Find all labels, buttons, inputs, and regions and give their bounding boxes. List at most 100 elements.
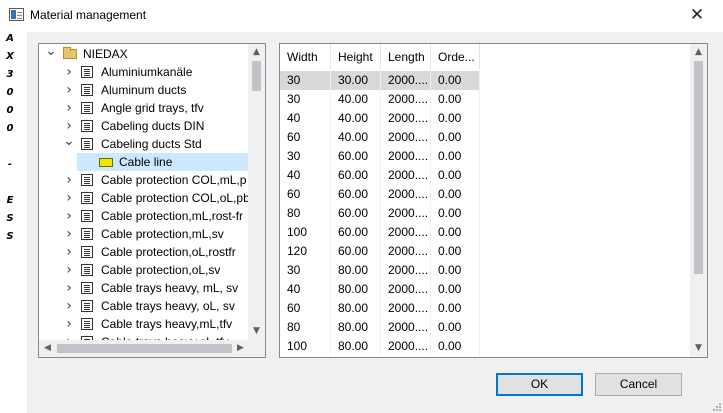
scrollbar-corner	[248, 340, 265, 357]
table-row[interactable]: 60 60.00 2000.... 0.00	[280, 185, 480, 204]
chevron-right-icon[interactable]: ›	[63, 81, 75, 99]
document-list-icon	[81, 192, 93, 204]
column-header[interactable]: Length	[381, 44, 431, 70]
table-row[interactable]: 60 40.00 2000.... 0.00	[280, 128, 480, 147]
column-header[interactable]: Width	[280, 44, 331, 70]
chevron-right-icon[interactable]: ›	[63, 99, 75, 117]
tree-item[interactable]: › Cable protection,mL,rost-fr	[39, 207, 249, 225]
material-grid[interactable]: Width Height Length Orde... 30 30.00 2000....…	[279, 43, 708, 358]
tree-item[interactable]: › Cable protection,oL,rostfr	[39, 243, 249, 261]
tree-item[interactable]: › Cable trays heavy, oL, sv	[39, 297, 249, 315]
tree-item[interactable]: › Cable protection,mL,sv	[39, 225, 249, 243]
document-list-icon	[81, 138, 93, 150]
table-cell: 40.00	[331, 90, 381, 109]
table-cell: 100	[280, 223, 331, 242]
grid-vertical-scroll-thumb[interactable]	[694, 61, 703, 274]
tree-item-label: Cable protection,mL,sv	[101, 227, 224, 241]
tree-horizontal-scrollbar[interactable]: ◀ ▶	[39, 340, 249, 357]
tree-item[interactable]: › Cable protection,oL,sv	[39, 261, 249, 279]
column-header[interactable]: Height	[331, 44, 381, 70]
tree-item-label: Angle grid trays, tfv	[101, 101, 204, 115]
table-cell: 60.00	[331, 185, 381, 204]
tree-item[interactable]: ⌄ Cabeling ducts Std	[39, 134, 249, 153]
scroll-up-icon[interactable]: ▲	[690, 44, 707, 61]
table-row[interactable]: 30 30.00 2000.... 0.00	[280, 71, 480, 90]
table-cell: 60	[280, 299, 331, 318]
document-list-icon	[81, 318, 93, 330]
table-row[interactable]: 40 80.00 2000.... 0.00	[280, 280, 480, 299]
tree-item[interactable]: › Cable protection COL,mL,p	[39, 171, 249, 189]
chevron-down-icon[interactable]: ⌄	[63, 134, 75, 153]
table-cell: 60.00	[331, 223, 381, 242]
scroll-down-icon[interactable]: ▼	[690, 340, 707, 357]
table-cell: 2000....	[381, 71, 431, 90]
scroll-down-icon[interactable]: ▼	[248, 323, 265, 340]
chevron-right-icon[interactable]: ›	[63, 297, 75, 315]
table-row[interactable]: 120 60.00 2000.... 0.00	[280, 242, 480, 261]
resize-grip-icon[interactable]	[711, 401, 721, 411]
tree-vertical-scrollbar[interactable]: ▲ ▼	[248, 44, 265, 340]
chevron-right-icon[interactable]: ›	[63, 261, 75, 279]
table-row[interactable]: 30 80.00 2000.... 0.00	[280, 261, 480, 280]
chevron-right-icon[interactable]: ›	[63, 63, 75, 81]
tree-item[interactable]: › Angle grid trays, tfv	[39, 99, 249, 117]
grid-vertical-scrollbar[interactable]: ▲ ▼	[690, 44, 707, 357]
table-cell: 60.00	[331, 166, 381, 185]
table-cell: 60.00	[331, 242, 381, 261]
chevron-right-icon[interactable]: ›	[63, 207, 75, 225]
ok-button[interactable]: OK	[496, 373, 583, 396]
column-header[interactable]: Orde...	[431, 44, 480, 70]
tree-item[interactable]: ›Cable trays heavy,oL,tfv	[39, 333, 249, 340]
tree-item-label: Aluminiumkanäle	[101, 65, 193, 79]
table-cell: 80.00	[331, 261, 381, 280]
table-cell: 0.00	[431, 71, 480, 90]
document-list-icon	[81, 282, 93, 294]
tree-item-label: Cable protection,oL,rostfr	[101, 245, 236, 259]
tree-item[interactable]: › Aluminiumkanäle	[39, 63, 249, 81]
tree-item[interactable]: › Cable trays heavy, mL, sv	[39, 279, 249, 297]
table-cell: 30.00	[331, 71, 381, 90]
chevron-right-icon[interactable]: ›	[63, 225, 75, 243]
tree-horizontal-scroll-thumb[interactable]	[57, 344, 232, 353]
chevron-right-icon[interactable]: ›	[63, 279, 75, 297]
scroll-up-icon[interactable]: ▲	[248, 44, 265, 61]
tree-item[interactable]: Cable line	[39, 153, 249, 171]
material-tree[interactable]: ⌄ NIEDAX › Aluminiumkanäle › Aluminum ducts › A…	[38, 43, 266, 358]
table-cell: 2000....	[381, 261, 431, 280]
table-row[interactable]: 60 80.00 2000.... 0.00	[280, 299, 480, 318]
table-row[interactable]: 80 60.00 2000.... 0.00	[280, 204, 480, 223]
table-row[interactable]: 30 40.00 2000.... 0.00	[280, 90, 480, 109]
tree-vertical-scroll-thumb[interactable]	[252, 61, 261, 91]
document-list-icon	[81, 174, 93, 186]
tree-item[interactable]: ⌄ NIEDAX	[39, 45, 249, 63]
chevron-right-icon[interactable]: ›	[63, 315, 75, 333]
table-cell: 40	[280, 166, 331, 185]
chevron-right-icon[interactable]: ›	[63, 189, 75, 207]
table-cell: 120	[280, 242, 331, 261]
tree-item[interactable]: › Cable trays heavy,mL,tfv	[39, 315, 249, 333]
table-cell: 80.00	[331, 318, 381, 337]
table-row[interactable]: 40 40.00 2000.... 0.00	[280, 109, 480, 128]
table-row[interactable]: 100 60.00 2000.... 0.00	[280, 223, 480, 242]
close-button[interactable]: ✕	[685, 4, 709, 26]
table-row[interactable]: 40 60.00 2000.... 0.00	[280, 166, 480, 185]
chevron-right-icon[interactable]: ›	[63, 333, 75, 340]
table-cell: 30	[280, 147, 331, 166]
tree-item-label: Cable trays heavy, mL, sv	[101, 281, 239, 295]
cancel-button[interactable]: Cancel	[595, 373, 682, 396]
table-cell: 100	[280, 337, 331, 356]
chevron-right-icon[interactable]: ›	[63, 243, 75, 261]
table-row[interactable]: 100 80.00 2000.... 0.00	[280, 337, 480, 356]
table-cell: 2000....	[381, 280, 431, 299]
table-row[interactable]: 30 60.00 2000.... 0.00	[280, 147, 480, 166]
tree-item-label: Cable line	[119, 155, 173, 169]
table-cell: 80	[280, 318, 331, 337]
table-row[interactable]: 80 80.00 2000.... 0.00	[280, 318, 480, 337]
tree-item[interactable]: › Aluminum ducts	[39, 81, 249, 99]
scroll-right-icon[interactable]: ▶	[232, 340, 249, 357]
chevron-right-icon[interactable]: ›	[63, 171, 75, 189]
scroll-left-icon[interactable]: ◀	[39, 340, 56, 357]
tree-rows: ⌄ NIEDAX › Aluminiumkanäle › Aluminum ducts › A…	[39, 45, 249, 340]
tree-item[interactable]: › Cable protection COL,oL,pb	[39, 189, 249, 207]
chevron-down-icon[interactable]: ⌄	[45, 45, 57, 63]
